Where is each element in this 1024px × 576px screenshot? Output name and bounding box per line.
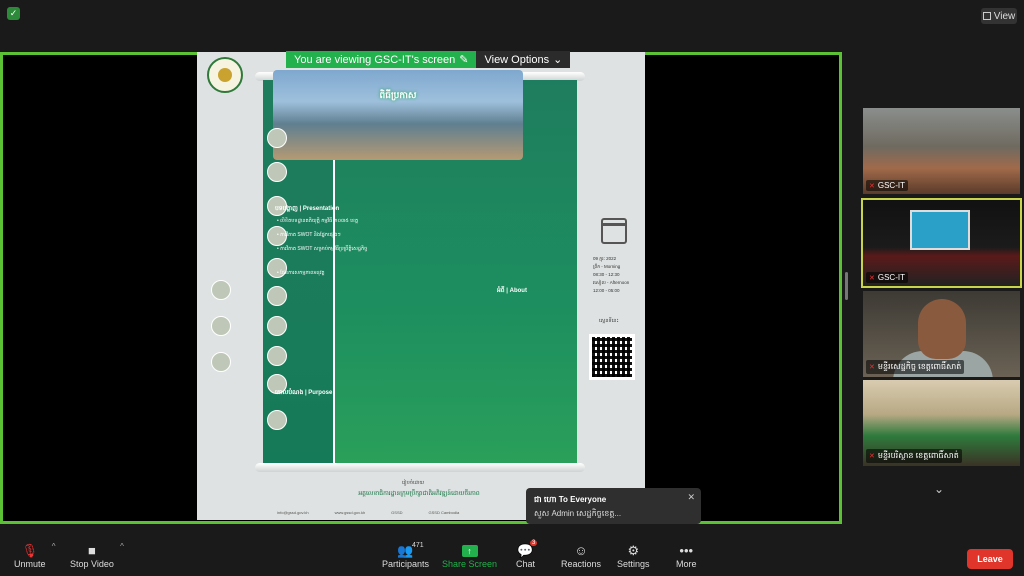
- presentation-bullet: • ការវិភាគ SWOT និងផ្នែកផ្សេងៗ: [277, 232, 341, 238]
- leave-button[interactable]: Leave: [967, 549, 1013, 569]
- presentation-bullet: • លិខិតបទដ្ឋានគតិយុត្តិ កម្មវិធី ២០៣៥ ខេ…: [277, 218, 359, 224]
- poster-scroll-bottom: [255, 463, 585, 472]
- moderator-portrait: [211, 352, 231, 372]
- about-paragraph: [275, 299, 500, 369]
- participant-video-tile[interactable]: ✕ GSC-IT: [863, 108, 1020, 194]
- stop-video-button[interactable]: ■ Stop Video ^: [70, 542, 124, 569]
- moderator-portrait: [211, 280, 231, 300]
- more-label: More: [676, 559, 697, 569]
- scroll-down-chevron-icon[interactable]: ⌄: [934, 482, 944, 496]
- grid-icon: [982, 12, 991, 20]
- participant-name-label: ✕ មន្ទីរសេដ្ឋកិច្ច ខេត្តពោធិ៍សាត់: [866, 360, 965, 374]
- reactions-label: Reactions: [561, 559, 602, 569]
- purpose-heading: គោលបំណង | Purpose: [275, 390, 333, 396]
- screen-share-banner: You are viewing GSC-IT's screen ✎ View O…: [286, 51, 571, 68]
- gear-icon: ⚙: [627, 542, 640, 558]
- projection-screen: [910, 210, 970, 250]
- calendar-icon: [601, 218, 627, 244]
- chat-notification[interactable]: ជា ហោ To Everyone សួស Admin សេដ្ឋកិច្ចខេ…: [526, 488, 701, 524]
- unmute-label: Unmute: [14, 559, 46, 569]
- top-bar: ✓ View: [0, 0, 1024, 52]
- organizer-label: រៀបចំដោយ: [402, 480, 425, 486]
- qr-code: [589, 334, 635, 380]
- participant-name-label: ✕ GSC-IT: [866, 180, 908, 191]
- caret-up-icon[interactable]: ^: [52, 542, 56, 551]
- settings-button[interactable]: ⚙ Settings: [617, 542, 650, 570]
- contact-item: info@gssd.gov.kh: [277, 510, 309, 515]
- shared-poster: ពិធីប្រកាស បទបង្ហាញ | Presentation • លិខ…: [197, 52, 645, 520]
- ministry-logo: [207, 57, 243, 93]
- smiley-icon: ☺: [574, 543, 588, 558]
- panel-resize-handle[interactable]: [845, 272, 848, 300]
- participant-name: មន្ទីរបរិស្ថាន ខេត្តពោធិ៍សាត់: [877, 451, 959, 460]
- chat-label: Chat: [516, 559, 536, 569]
- morning-time: 08:30 - 12:30: [593, 272, 620, 277]
- muted-mic-icon: ✕: [869, 274, 875, 282]
- chat-message: សួស Admin សេដ្ឋកិច្ចខេត្ត...: [534, 509, 622, 518]
- chat-sender: ជា ហោ To Everyone: [534, 495, 607, 504]
- presentation-bullet: • ការវិភាគ SWOT សម្រាប់កម្មវិធីប្រព្រឹត្…: [277, 246, 368, 252]
- event-date: 09 ក្មុរៈ 2022: [593, 256, 617, 261]
- contact-item: GSSD Cambodia: [428, 510, 460, 515]
- caret-up-icon[interactable]: ^: [120, 542, 124, 551]
- afternoon-time: 12:00 - 05:00: [593, 288, 620, 293]
- share-screen-button[interactable]: ↑ Share Screen: [442, 542, 497, 569]
- chevron-down-icon: ⌄: [553, 54, 563, 66]
- participant-name: GSC-IT: [877, 273, 905, 282]
- about-heading: អំពី | About: [497, 288, 527, 294]
- morning-label: ព្រឹក - Morning: [593, 264, 621, 269]
- participant-video-tile[interactable]: ✕ GSC-IT: [861, 198, 1022, 288]
- security-shield-icon[interactable]: ✓: [7, 7, 20, 20]
- muted-mic-icon: ✕: [869, 182, 875, 190]
- meeting-toolbar: 🎙 Unmute ^ ■ Stop Video ^ 👥 471 Particip…: [0, 538, 1024, 576]
- more-button[interactable]: ••• More: [676, 542, 697, 569]
- afternoon-label: រសៀល - Afternoon: [593, 280, 630, 285]
- presentation-bullet: • ផែនការសកម្មភាពអនុវត្ត: [277, 270, 325, 276]
- viewing-screen-message: You are viewing GSC-IT's screen ✎: [286, 51, 477, 68]
- ellipsis-icon: •••: [679, 543, 694, 558]
- view-label: View: [993, 10, 1016, 22]
- participants-button[interactable]: 👥 471 Participants: [382, 542, 429, 569]
- speaker-portrait: [267, 162, 287, 182]
- viewing-screen-text: You are viewing GSC-IT's screen: [294, 53, 456, 66]
- poster-title: ពិធីប្រកាស: [379, 90, 417, 100]
- purpose-paragraph: [275, 402, 500, 457]
- participant-name: មន្ទីរសេដ្ឋកិច្ច ខេត្តពោធិ៍សាត់: [877, 362, 962, 371]
- chat-button[interactable]: 💬 3 Chat: [516, 540, 538, 569]
- participant-name-label: ✕ មន្ទីរបរិស្ថាន ខេត្តពោធិ៍សាត់: [866, 449, 962, 463]
- speaker-portrait: [267, 128, 287, 148]
- close-icon[interactable]: ✕: [687, 492, 695, 503]
- view-button[interactable]: View: [981, 8, 1017, 24]
- participant-face: [918, 299, 966, 359]
- participant-video-tile[interactable]: ✕ មន្ទីរសេដ្ឋកិច្ច ខេត្តពោធិ៍សាត់: [863, 291, 1020, 377]
- moderator-portrait: [211, 316, 231, 336]
- pin-icon[interactable]: ✎: [459, 53, 468, 66]
- settings-label: Settings: [617, 559, 650, 569]
- participant-name-label: ✕ GSC-IT: [866, 272, 908, 283]
- view-options-button[interactable]: View Options ⌄: [476, 51, 571, 68]
- muted-microphone-icon: 🎙: [21, 542, 39, 558]
- view-options-label: View Options: [484, 53, 550, 66]
- chat-unread-badge: 3: [530, 540, 538, 546]
- share-screen-label: Share Screen: [442, 559, 498, 569]
- contact-item: www.gssd.gov.kh: [334, 510, 366, 515]
- muted-mic-icon: ✕: [869, 364, 875, 371]
- presentation-heading: បទបង្ហាញ | Presentation: [275, 206, 340, 212]
- participants-label: Participants: [382, 559, 430, 569]
- reactions-button[interactable]: ☺ Reactions: [561, 542, 601, 569]
- stop-video-label: Stop Video: [70, 559, 114, 569]
- participant-video-tile[interactable]: ✕ មន្ទីរបរិស្ថាន ខេត្តពោធិ៍សាត់: [863, 380, 1020, 466]
- share-screen-icon: ↑: [461, 544, 478, 557]
- qr-label: ស្កេនទីនេះ: [599, 318, 619, 324]
- participant-count: 471: [412, 542, 424, 549]
- contact-item: GSSD: [391, 510, 403, 515]
- participant-name: GSC-IT: [877, 181, 905, 190]
- city-photo: [273, 70, 523, 160]
- muted-mic-icon: ✕: [869, 453, 875, 460]
- unmute-button[interactable]: 🎙 Unmute ^: [14, 542, 56, 569]
- video-camera-icon: ■: [88, 543, 96, 558]
